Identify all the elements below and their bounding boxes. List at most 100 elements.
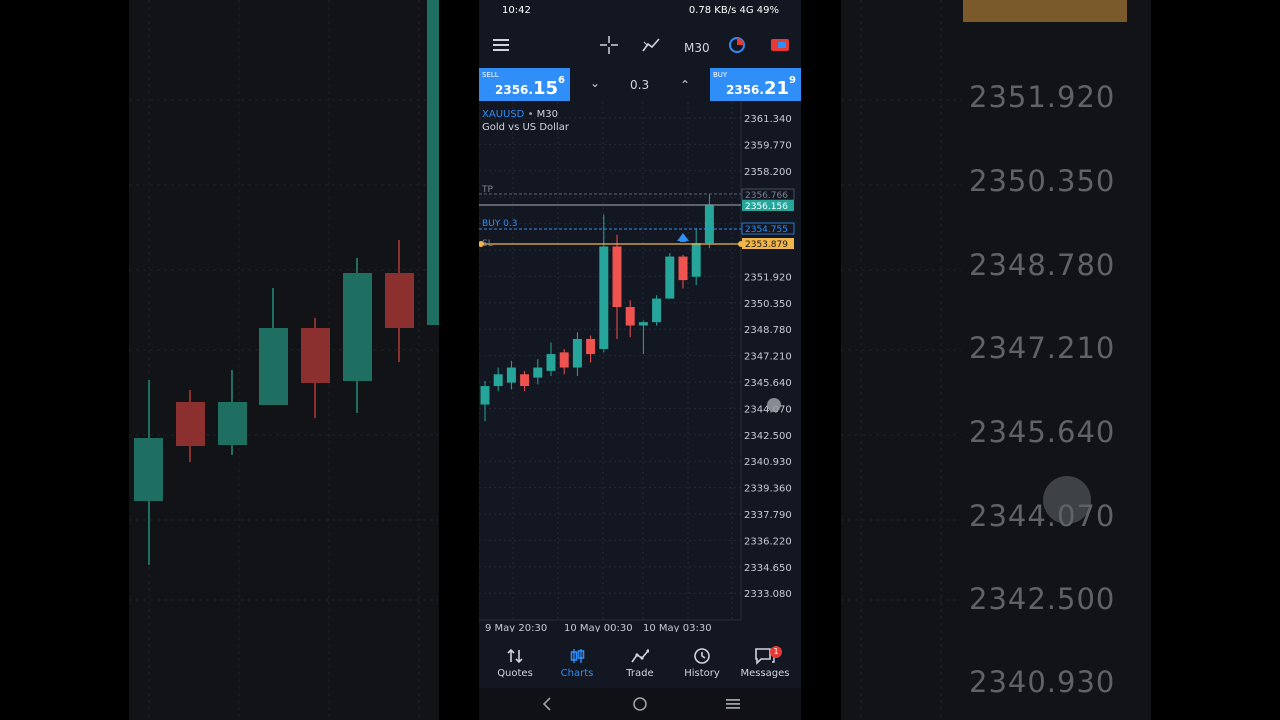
bg-price-label: 2344.070: [969, 499, 1116, 533]
y-axis-tick-label: 2345.640: [744, 378, 792, 389]
y-axis-tick-label: 2351.920: [744, 272, 792, 283]
nav-label: History: [684, 668, 720, 679]
bg-price-label: 2345.640: [969, 415, 1116, 449]
bg-price-label: 2342.500: [969, 582, 1116, 616]
candle: [704, 194, 714, 249]
nav-label: Charts: [560, 668, 594, 679]
entry-price-label: 2354.755: [745, 225, 788, 235]
background-candles: [129, 0, 439, 720]
sell-price: 2356.156: [495, 75, 565, 99]
bg-price-label: 2347.210: [969, 331, 1116, 365]
y-axis-tick-label: 2361.340: [744, 114, 792, 125]
y-axis-tick-label: 2337.790: [744, 510, 792, 521]
candle: [625, 300, 635, 338]
recents-icon[interactable]: [726, 696, 740, 715]
y-axis-tick-label: 2342.500: [744, 431, 792, 442]
background-chart-left: [129, 0, 439, 720]
candle: [493, 367, 503, 392]
price-chart[interactable]: 2361.340 2359.770 2358.200 2351.920 2350.350…: [479, 102, 801, 634]
bg-candle-8: [427, 0, 439, 325]
candle: [546, 342, 556, 376]
back-icon[interactable]: [541, 696, 553, 715]
timeframe-selector[interactable]: M30: [684, 37, 710, 59]
charts-icon: [547, 646, 607, 666]
messages-badge: 1: [770, 646, 782, 658]
bg-candle-6: [343, 258, 372, 413]
trade-icon: [610, 646, 670, 666]
x-axis-tick-label: 10 May 00:30: [564, 623, 633, 632]
objects-icon[interactable]: [728, 34, 746, 56]
nav-charts[interactable]: Charts: [547, 646, 607, 679]
bg-candle-2: [176, 390, 205, 462]
candle: [572, 332, 582, 376]
candle: [612, 234, 622, 339]
candle: [665, 253, 675, 299]
volume-increase-icon[interactable]: ⌃: [680, 78, 690, 92]
bg-price-label: 2351.920: [969, 80, 1116, 114]
status-bar: 10:42 0.78 KB/s 4G 49%: [479, 0, 801, 22]
background-axis-right: 2351.920 2350.350 2348.780 2347.210 2345…: [841, 0, 1151, 720]
x-axis-tick-label: 9 May 20:30: [485, 623, 547, 632]
messages-icon: 1: [735, 646, 795, 666]
chart-symbol-description: Gold vs US Dollar: [482, 122, 570, 133]
nav-label: Quotes: [497, 668, 533, 679]
bottom-navigation: Quotes Charts Trade History 1 Messages: [479, 640, 801, 688]
y-axis-tick-label: 2359.770: [744, 140, 792, 151]
nav-quotes[interactable]: Quotes: [485, 646, 545, 679]
buy-position-label: BUY 0.3: [482, 219, 517, 229]
candle: [652, 295, 662, 326]
bg-price-label: 2348.780: [969, 248, 1116, 282]
home-icon[interactable]: [633, 696, 647, 715]
bg-candle-7: [385, 240, 414, 362]
crosshair-icon[interactable]: [600, 34, 618, 56]
candle: [586, 335, 596, 363]
system-navigation-bar: [479, 688, 801, 720]
sl-label: SL: [482, 239, 493, 249]
sell-button[interactable]: SELL 2356.156: [479, 68, 570, 101]
candle: [691, 227, 701, 286]
y-axis-tick-label: 2358.200: [744, 167, 792, 178]
tp-price-label: 2356.766: [745, 191, 788, 201]
bg-price-label: 2340.930: [969, 665, 1116, 699]
y-axis-tick-label: 2336.220: [744, 536, 792, 547]
nav-messages[interactable]: 1 Messages: [735, 646, 795, 679]
candle: [678, 254, 688, 289]
status-indicators: 0.78 KB/s 4G 49%: [688, 5, 779, 16]
nav-history[interactable]: History: [672, 646, 732, 679]
y-axis-tick-label: 2350.350: [744, 299, 792, 310]
volume-decrease-icon[interactable]: ⌄: [590, 76, 600, 90]
candle: [480, 380, 490, 422]
bg-candle-3: [218, 370, 247, 455]
tp-label: TP: [481, 185, 493, 195]
candle: [559, 349, 569, 375]
indicators-icon[interactable]: [642, 34, 660, 56]
y-axis-tick-label: 2339.360: [744, 484, 792, 495]
candle: [520, 370, 530, 392]
nav-label: Messages: [740, 668, 790, 679]
nav-label: Trade: [626, 668, 654, 679]
status-time: 10:42: [502, 5, 531, 16]
bg-candle-4: [259, 288, 288, 405]
bg-candle-5: [301, 318, 330, 418]
touch-indicator: [767, 398, 781, 412]
nav-trade[interactable]: Trade: [610, 646, 670, 679]
y-axis-tick-label: 2348.780: [744, 325, 792, 336]
chart-symbol: XAUUSD • M30: [482, 109, 558, 120]
menu-icon[interactable]: [493, 34, 509, 56]
phone-screen: 10:42 0.78 KB/s 4G 49% M30 SELL 2356.156…: [479, 0, 801, 720]
y-axis-tick-label: 2340.930: [744, 457, 792, 468]
candle: [638, 320, 648, 355]
trade-mode-icon[interactable]: [771, 34, 789, 56]
y-axis-tick-label: 2333.080: [744, 589, 792, 600]
chart-toolbar: M30: [479, 28, 801, 64]
y-axis-tick-label: 2334.650: [744, 563, 792, 574]
y-axis-tick-label: 2347.210: [744, 352, 792, 363]
bg-candle-1: [134, 380, 163, 565]
candlestick-chart[interactable]: 2361.340 2359.770 2358.200 2351.920 2350.350…: [479, 102, 801, 634]
bid-price-label: 2356.156: [745, 202, 788, 212]
buy-price: 2356.219: [726, 75, 796, 99]
candle: [533, 359, 543, 385]
buy-button[interactable]: BUY 2356.219: [710, 68, 801, 101]
x-axis-tick-label: 10 May 03:30: [643, 623, 712, 632]
volume-input[interactable]: 0.3: [630, 78, 649, 92]
